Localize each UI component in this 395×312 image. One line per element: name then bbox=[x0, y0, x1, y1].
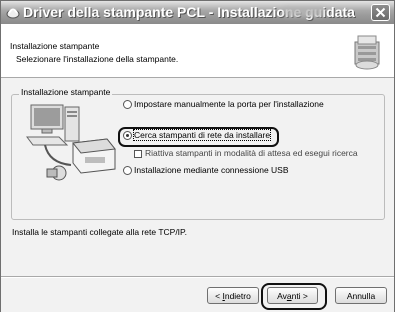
wizard-header: Installazione stampante Selezionare l'in… bbox=[1, 24, 394, 78]
next-button[interactable]: Avanti > bbox=[267, 287, 318, 304]
printer-cd-icon bbox=[354, 35, 380, 70]
network-search-radio[interactable] bbox=[123, 131, 132, 140]
back-button[interactable]: < Indietro bbox=[207, 287, 259, 304]
network-printer-illustration bbox=[26, 104, 116, 181]
close-icon[interactable] bbox=[371, 4, 390, 21]
footer-divider bbox=[1, 276, 394, 278]
installer-window: Driver della stampante PCL - Installazio… bbox=[0, 0, 395, 312]
title-bar[interactable]: Driver della stampante PCL - Installazio… bbox=[1, 1, 394, 24]
option-description: Installa le stampanti collegate alla ret… bbox=[12, 227, 187, 237]
header-subtitle: Selezionare l'installazione della stampa… bbox=[16, 54, 179, 64]
sleep-mode-label[interactable]: Riattiva stampanti in modalità di attesa… bbox=[145, 148, 358, 158]
usb-label[interactable]: Installazione mediante connessione USB bbox=[134, 165, 289, 175]
manual-port-label[interactable]: Impostare manualmente la porta per l'ins… bbox=[134, 99, 324, 109]
manual-port-radio[interactable] bbox=[123, 100, 132, 109]
blurred-title-text bbox=[284, 7, 324, 17]
cancel-button[interactable]: Annulla bbox=[335, 287, 387, 304]
usb-radio[interactable] bbox=[123, 166, 132, 175]
network-search-label[interactable]: Cerca stampanti di rete da installare bbox=[132, 129, 272, 141]
sleep-mode-checkbox[interactable] bbox=[134, 150, 142, 158]
group-label: Installazione stampante bbox=[19, 87, 113, 97]
printer-app-icon bbox=[6, 8, 20, 19]
wizard-content: Installazione stampante Impostare manual… bbox=[1, 78, 394, 312]
header-title: Installazione stampante bbox=[10, 41, 100, 51]
